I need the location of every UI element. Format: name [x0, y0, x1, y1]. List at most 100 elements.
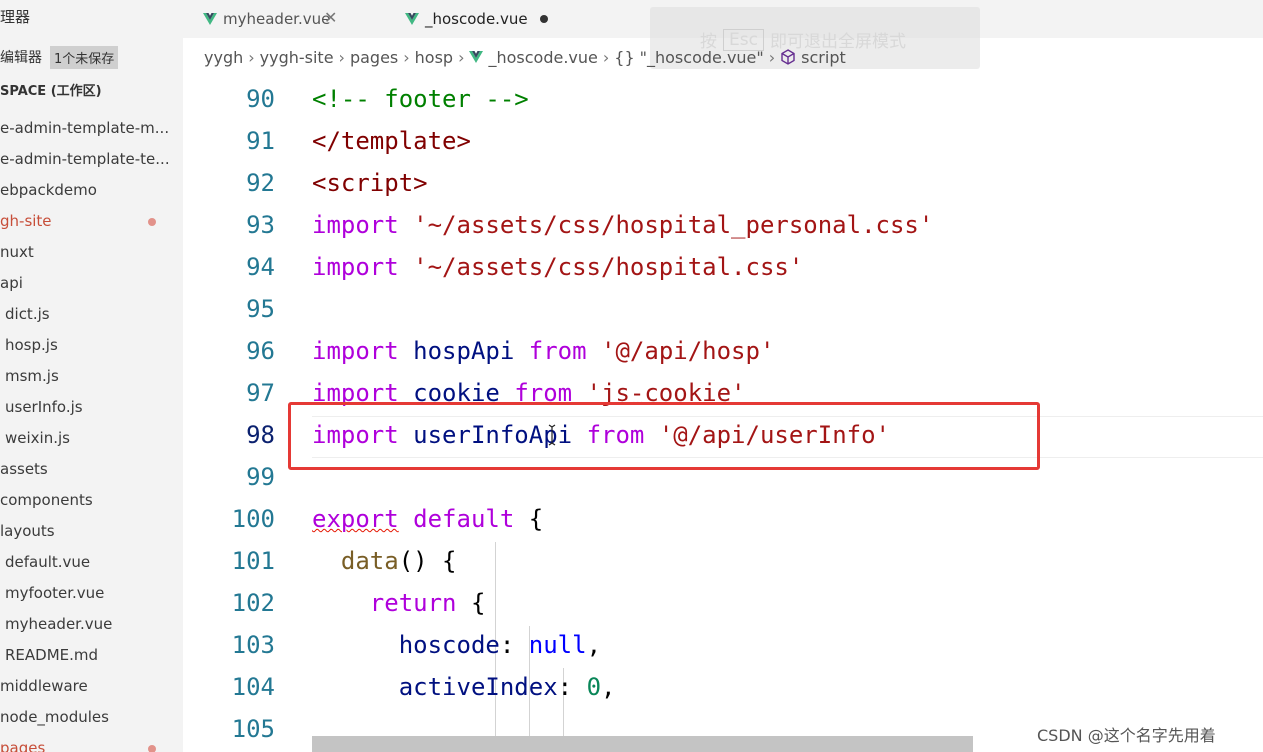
modified-dot-icon — [148, 218, 156, 226]
line-number: 102 — [231, 589, 275, 617]
unsaved-count-badge: 1个未保存 — [50, 45, 119, 69]
tree-item-file[interactable]: README.md — [0, 640, 183, 671]
line-number: 104 — [231, 673, 275, 701]
code-text: return { — [312, 582, 486, 624]
line-number: 99 — [246, 463, 275, 491]
tree-item-folder[interactable]: middleware — [0, 671, 183, 702]
chevron-right-icon: › — [768, 47, 776, 67]
code-text: hoscode: null, — [312, 624, 601, 666]
identifier-token: hospApi — [413, 337, 515, 365]
workspace-header[interactable]: SPACE (工作区) — [0, 80, 102, 99]
breadcrumb-item[interactable]: yygh — [204, 48, 243, 67]
chevron-right-icon: › — [403, 47, 410, 67]
tree-item-label: gh-site — [0, 212, 52, 230]
number-token: 0 — [586, 673, 602, 701]
punct-token: : — [499, 631, 515, 659]
tree-item-pages[interactable]: pages — [0, 733, 183, 752]
line-number: 98 — [246, 421, 275, 449]
object-icon: {} — [614, 47, 635, 67]
code-line: 104 activeIndex: 0, — [183, 666, 1263, 708]
tree-item-file[interactable]: myheader.vue — [0, 609, 183, 640]
keyword-token: import — [312, 337, 399, 365]
close-icon[interactable]: ✕ — [324, 8, 337, 27]
tab-myheader-vue[interactable]: myheader.vue — [203, 0, 330, 38]
breadcrumb-item[interactable]: pages — [350, 48, 398, 67]
code-line: 103 hoscode: null, — [183, 624, 1263, 666]
keyword-token: from — [528, 337, 587, 365]
tree-item-file[interactable]: default.vue — [0, 547, 183, 578]
code-text: data() { — [312, 540, 457, 582]
tab-hoscode-vue[interactable]: _hoscode.vue — [405, 0, 548, 38]
tab-label: _hoscode.vue — [425, 10, 528, 28]
tree-item-yygh-site[interactable]: gh-site — [0, 206, 183, 237]
cube-icon — [781, 49, 795, 65]
file-tree: e-admin-template-m... e-admin-template-t… — [0, 113, 183, 752]
tree-item-file[interactable]: msm.js — [0, 361, 183, 392]
explorer-title: 理器 — [0, 8, 31, 26]
breadcrumb-object[interactable]: {} "_hoscode.vue" — [614, 48, 763, 67]
tree-item-file[interactable]: userInfo.js — [0, 392, 183, 423]
vue-file-icon — [203, 13, 217, 25]
breadcrumb-file[interactable]: _hoscode.vue — [469, 48, 598, 67]
code-line: 100 export default { — [183, 498, 1263, 540]
function-token: data — [340, 547, 399, 575]
tree-item-file[interactable]: myfooter.vue — [0, 578, 183, 609]
tree-item-file[interactable]: dict.js — [0, 299, 183, 330]
identifier-token: activeIndex — [398, 673, 558, 701]
line-number: 94 — [246, 253, 275, 281]
open-editors-section[interactable]: 编辑器 1个未保存 — [0, 44, 119, 70]
breadcrumb-item[interactable]: yygh-site — [260, 48, 334, 67]
tree-item-file[interactable]: hosp.js — [0, 330, 183, 361]
chevron-right-icon: › — [458, 47, 465, 67]
tree-item-folder[interactable]: api — [0, 268, 183, 299]
tag-token: </template> — [312, 127, 471, 155]
open-editors-label: 编辑器 — [0, 50, 42, 66]
keyword-token: default — [413, 505, 515, 533]
punct-token: , — [601, 673, 616, 701]
code-line: 90 <!-- footer --> — [183, 78, 1263, 120]
annotation-highlight-box — [288, 402, 1040, 470]
string-token: '~/assets/css/hospital.css' — [413, 253, 804, 281]
breadcrumb-item[interactable]: hosp — [415, 48, 453, 67]
code-line: 94 import '~/assets/css/hospital.css' — [183, 246, 1263, 288]
chevron-right-icon: › — [248, 47, 255, 67]
tree-item-folder[interactable]: node_modules — [0, 702, 183, 733]
code-text: </template> — [312, 120, 471, 162]
tab-label: myheader.vue — [223, 10, 331, 28]
code-text: <script> — [312, 162, 428, 204]
tree-item-label: pages — [0, 739, 46, 752]
breadcrumb-script[interactable]: script — [780, 48, 846, 67]
line-number: 97 — [246, 379, 275, 407]
brace-token: { — [528, 505, 544, 533]
line-number: 91 — [246, 127, 275, 155]
punct-token: , — [586, 631, 602, 659]
tree-item-folder[interactable]: components — [0, 485, 183, 516]
code-text: import '~/assets/css/hospital_personal.c… — [312, 204, 933, 246]
code-text: activeIndex: 0, — [312, 666, 616, 708]
code-text: export default { — [312, 498, 543, 540]
tree-item-folder[interactable]: assets — [0, 454, 183, 485]
breadcrumb-script-label: script — [801, 47, 846, 67]
tree-item-folder[interactable]: e-admin-template-m... — [0, 113, 183, 144]
keyword-token: return — [369, 589, 457, 617]
tree-item-folder[interactable]: ebpackdemo — [0, 175, 183, 206]
vue-file-icon — [405, 13, 419, 25]
explorer-sidebar: 理器 编辑器 1个未保存 SPACE (工作区) e-admin-templat… — [0, 0, 183, 752]
chevron-right-icon: › — [602, 47, 610, 67]
line-number: 103 — [231, 631, 275, 659]
line-number: 105 — [231, 715, 275, 743]
tree-item-file[interactable]: weixin.js — [0, 423, 183, 454]
modified-dot-icon — [148, 745, 156, 752]
vue-file-icon — [469, 51, 484, 63]
tree-item-folder[interactable]: layouts — [0, 516, 183, 547]
line-number: 92 — [246, 169, 275, 197]
tree-item-folder[interactable]: e-admin-template-te... — [0, 144, 183, 175]
keyword-token: export — [312, 505, 399, 533]
comment-token: <!-- footer --> — [312, 85, 529, 113]
tree-item-folder[interactable]: nuxt — [0, 237, 183, 268]
code-line: 91 </template> — [183, 120, 1263, 162]
watermark: CSDN @这个名字先用着 — [1037, 726, 1216, 745]
code-line: 102 return { — [183, 582, 1263, 624]
horizontal-scrollbar[interactable] — [312, 736, 973, 752]
unsaved-dot-icon[interactable] — [539, 15, 548, 23]
